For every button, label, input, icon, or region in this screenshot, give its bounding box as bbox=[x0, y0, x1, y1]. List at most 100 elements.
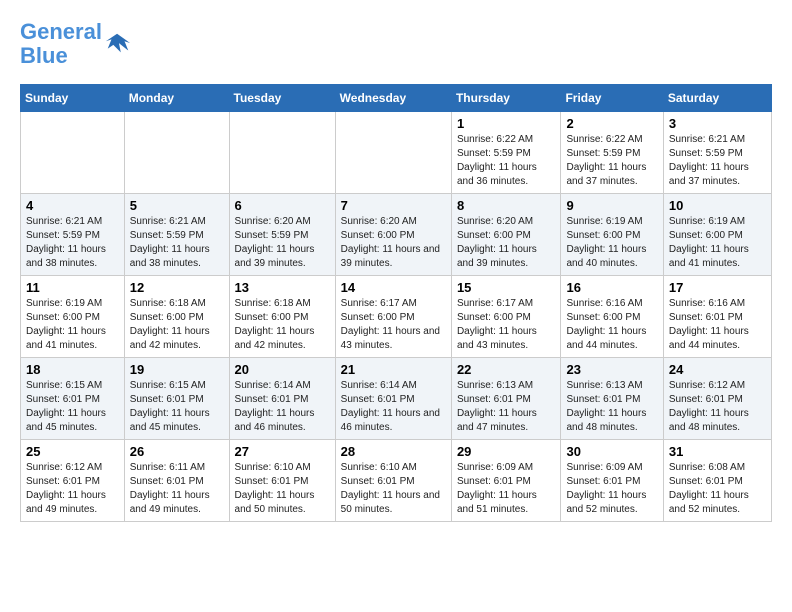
daylight-label: Daylight: 11 hours and 43 minutes. bbox=[457, 326, 537, 351]
calendar-cell: 13 Sunrise: 6:18 AM Sunset: 6:00 PM Dayl… bbox=[229, 276, 335, 358]
weekday-header-sunday: Sunday bbox=[21, 85, 125, 112]
day-info: Sunrise: 6:16 AM Sunset: 6:01 PM Dayligh… bbox=[669, 297, 766, 353]
sunrise-label: Sunrise: 6:12 AM bbox=[26, 462, 102, 473]
logo-bird-icon bbox=[104, 30, 132, 58]
daylight-label: Daylight: 11 hours and 49 minutes. bbox=[130, 490, 210, 515]
day-info: Sunrise: 6:20 AM Sunset: 6:00 PM Dayligh… bbox=[457, 215, 556, 271]
sunrise-label: Sunrise: 6:19 AM bbox=[669, 216, 745, 227]
day-number: 19 bbox=[130, 362, 224, 377]
calendar-cell: 24 Sunrise: 6:12 AM Sunset: 6:01 PM Dayl… bbox=[663, 358, 771, 440]
sunrise-label: Sunrise: 6:20 AM bbox=[341, 216, 417, 227]
calendar-week-row: 11 Sunrise: 6:19 AM Sunset: 6:00 PM Dayl… bbox=[21, 276, 772, 358]
daylight-label: Daylight: 11 hours and 38 minutes. bbox=[130, 244, 210, 269]
calendar-cell: 25 Sunrise: 6:12 AM Sunset: 6:01 PM Dayl… bbox=[21, 440, 125, 522]
calendar-week-row: 25 Sunrise: 6:12 AM Sunset: 6:01 PM Dayl… bbox=[21, 440, 772, 522]
sunrise-label: Sunrise: 6:15 AM bbox=[130, 380, 206, 391]
day-info: Sunrise: 6:22 AM Sunset: 5:59 PM Dayligh… bbox=[566, 133, 657, 189]
sunrise-label: Sunrise: 6:20 AM bbox=[457, 216, 533, 227]
day-info: Sunrise: 6:09 AM Sunset: 6:01 PM Dayligh… bbox=[457, 461, 556, 517]
sunrise-label: Sunrise: 6:08 AM bbox=[669, 462, 745, 473]
day-info: Sunrise: 6:10 AM Sunset: 6:01 PM Dayligh… bbox=[341, 461, 446, 517]
day-number: 1 bbox=[457, 116, 556, 131]
calendar-cell: 31 Sunrise: 6:08 AM Sunset: 6:01 PM Dayl… bbox=[663, 440, 771, 522]
day-info: Sunrise: 6:18 AM Sunset: 6:00 PM Dayligh… bbox=[235, 297, 330, 353]
day-number: 15 bbox=[457, 280, 556, 295]
calendar-cell: 10 Sunrise: 6:19 AM Sunset: 6:00 PM Dayl… bbox=[663, 194, 771, 276]
sunrise-label: Sunrise: 6:10 AM bbox=[341, 462, 417, 473]
day-number: 5 bbox=[130, 198, 224, 213]
day-info: Sunrise: 6:12 AM Sunset: 6:01 PM Dayligh… bbox=[669, 379, 766, 435]
sunset-label: Sunset: 6:01 PM bbox=[341, 476, 415, 487]
weekday-header-monday: Monday bbox=[124, 85, 229, 112]
calendar-cell: 1 Sunrise: 6:22 AM Sunset: 5:59 PM Dayli… bbox=[451, 112, 561, 194]
weekday-header-friday: Friday bbox=[561, 85, 663, 112]
sunset-label: Sunset: 6:01 PM bbox=[235, 394, 309, 405]
sunset-label: Sunset: 5:59 PM bbox=[457, 148, 531, 159]
sunrise-label: Sunrise: 6:18 AM bbox=[130, 298, 206, 309]
sunrise-label: Sunrise: 6:17 AM bbox=[341, 298, 417, 309]
day-info: Sunrise: 6:20 AM Sunset: 6:00 PM Dayligh… bbox=[341, 215, 446, 271]
day-info: Sunrise: 6:21 AM Sunset: 5:59 PM Dayligh… bbox=[669, 133, 766, 189]
day-number: 8 bbox=[457, 198, 556, 213]
daylight-label: Daylight: 11 hours and 42 minutes. bbox=[235, 326, 315, 351]
sunrise-label: Sunrise: 6:19 AM bbox=[566, 216, 642, 227]
day-info: Sunrise: 6:21 AM Sunset: 5:59 PM Dayligh… bbox=[130, 215, 224, 271]
day-number: 17 bbox=[669, 280, 766, 295]
day-number: 26 bbox=[130, 444, 224, 459]
sunrise-label: Sunrise: 6:21 AM bbox=[130, 216, 206, 227]
day-number: 14 bbox=[341, 280, 446, 295]
sunrise-label: Sunrise: 6:17 AM bbox=[457, 298, 533, 309]
sunrise-label: Sunrise: 6:16 AM bbox=[669, 298, 745, 309]
calendar-table: SundayMondayTuesdayWednesdayThursdayFrid… bbox=[20, 84, 772, 522]
day-number: 27 bbox=[235, 444, 330, 459]
sunrise-label: Sunrise: 6:15 AM bbox=[26, 380, 102, 391]
daylight-label: Daylight: 11 hours and 50 minutes. bbox=[341, 490, 440, 515]
calendar-cell: 28 Sunrise: 6:10 AM Sunset: 6:01 PM Dayl… bbox=[335, 440, 451, 522]
day-number: 9 bbox=[566, 198, 657, 213]
day-number: 22 bbox=[457, 362, 556, 377]
calendar-cell: 23 Sunrise: 6:13 AM Sunset: 6:01 PM Dayl… bbox=[561, 358, 663, 440]
day-number: 13 bbox=[235, 280, 330, 295]
sunset-label: Sunset: 5:59 PM bbox=[566, 148, 640, 159]
sunrise-label: Sunrise: 6:14 AM bbox=[341, 380, 417, 391]
sunrise-label: Sunrise: 6:09 AM bbox=[457, 462, 533, 473]
day-info: Sunrise: 6:17 AM Sunset: 6:00 PM Dayligh… bbox=[457, 297, 556, 353]
calendar-cell: 5 Sunrise: 6:21 AM Sunset: 5:59 PM Dayli… bbox=[124, 194, 229, 276]
day-info: Sunrise: 6:14 AM Sunset: 6:01 PM Dayligh… bbox=[235, 379, 330, 435]
daylight-label: Daylight: 11 hours and 37 minutes. bbox=[566, 162, 646, 187]
day-info: Sunrise: 6:17 AM Sunset: 6:00 PM Dayligh… bbox=[341, 297, 446, 353]
sunset-label: Sunset: 6:00 PM bbox=[130, 312, 204, 323]
sunset-label: Sunset: 6:01 PM bbox=[235, 476, 309, 487]
sunrise-label: Sunrise: 6:21 AM bbox=[669, 134, 745, 145]
day-info: Sunrise: 6:11 AM Sunset: 6:01 PM Dayligh… bbox=[130, 461, 224, 517]
calendar-cell: 19 Sunrise: 6:15 AM Sunset: 6:01 PM Dayl… bbox=[124, 358, 229, 440]
day-number: 31 bbox=[669, 444, 766, 459]
daylight-label: Daylight: 11 hours and 52 minutes. bbox=[669, 490, 749, 515]
daylight-label: Daylight: 11 hours and 45 minutes. bbox=[130, 408, 210, 433]
calendar-cell: 15 Sunrise: 6:17 AM Sunset: 6:00 PM Dayl… bbox=[451, 276, 561, 358]
logo: General Blue bbox=[20, 20, 132, 68]
sunrise-label: Sunrise: 6:09 AM bbox=[566, 462, 642, 473]
daylight-label: Daylight: 11 hours and 48 minutes. bbox=[669, 408, 749, 433]
day-number: 29 bbox=[457, 444, 556, 459]
day-info: Sunrise: 6:13 AM Sunset: 6:01 PM Dayligh… bbox=[457, 379, 556, 435]
weekday-header-tuesday: Tuesday bbox=[229, 85, 335, 112]
sunrise-label: Sunrise: 6:13 AM bbox=[566, 380, 642, 391]
daylight-label: Daylight: 11 hours and 44 minutes. bbox=[669, 326, 749, 351]
sunset-label: Sunset: 6:00 PM bbox=[566, 312, 640, 323]
daylight-label: Daylight: 11 hours and 43 minutes. bbox=[341, 326, 440, 351]
sunset-label: Sunset: 5:59 PM bbox=[669, 148, 743, 159]
calendar-cell: 4 Sunrise: 6:21 AM Sunset: 5:59 PM Dayli… bbox=[21, 194, 125, 276]
calendar-week-row: 18 Sunrise: 6:15 AM Sunset: 6:01 PM Dayl… bbox=[21, 358, 772, 440]
calendar-cell: 6 Sunrise: 6:20 AM Sunset: 5:59 PM Dayli… bbox=[229, 194, 335, 276]
sunset-label: Sunset: 6:01 PM bbox=[26, 476, 100, 487]
calendar-cell: 14 Sunrise: 6:17 AM Sunset: 6:00 PM Dayl… bbox=[335, 276, 451, 358]
calendar-cell: 18 Sunrise: 6:15 AM Sunset: 6:01 PM Dayl… bbox=[21, 358, 125, 440]
sunrise-label: Sunrise: 6:13 AM bbox=[457, 380, 533, 391]
calendar-cell: 9 Sunrise: 6:19 AM Sunset: 6:00 PM Dayli… bbox=[561, 194, 663, 276]
day-number: 28 bbox=[341, 444, 446, 459]
daylight-label: Daylight: 11 hours and 41 minutes. bbox=[26, 326, 106, 351]
daylight-label: Daylight: 11 hours and 46 minutes. bbox=[235, 408, 315, 433]
calendar-cell: 3 Sunrise: 6:21 AM Sunset: 5:59 PM Dayli… bbox=[663, 112, 771, 194]
day-number: 11 bbox=[26, 280, 119, 295]
